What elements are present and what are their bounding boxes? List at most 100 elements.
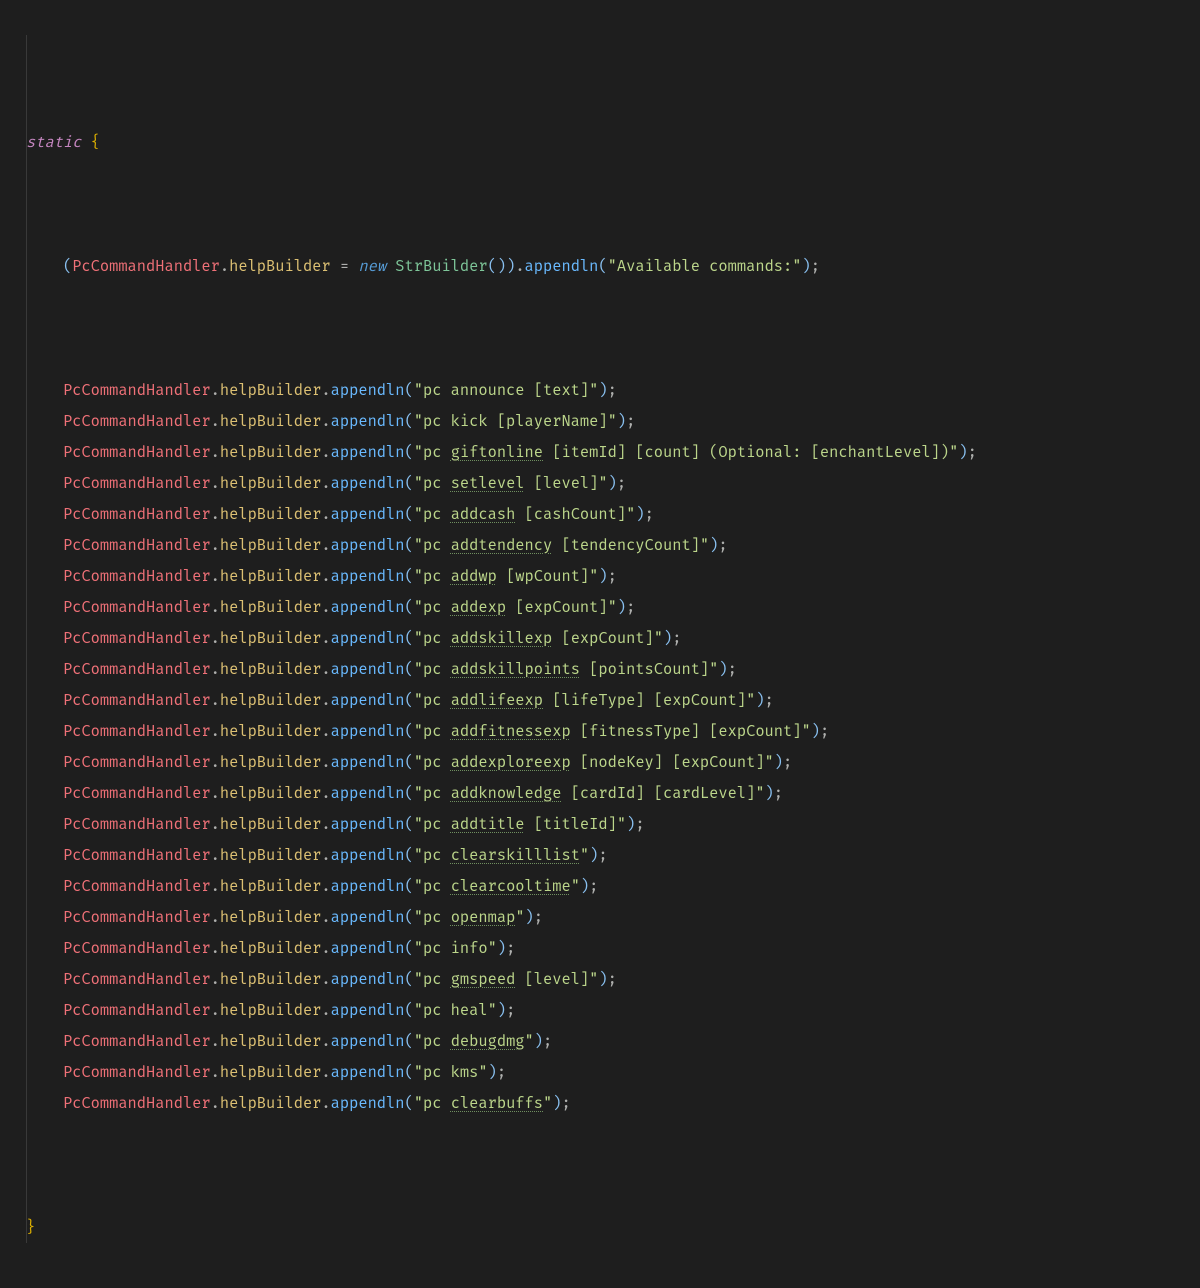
dot: . xyxy=(321,505,330,524)
paren-open: ( xyxy=(405,722,414,741)
dot: . xyxy=(321,691,330,710)
paren-close: ) xyxy=(617,412,626,431)
string-typo: addcash xyxy=(451,505,516,524)
paren-close: ) xyxy=(608,474,617,493)
semicolon: ; xyxy=(497,1063,506,1082)
string-pre: "pc xyxy=(414,474,451,493)
indent xyxy=(26,970,63,989)
paren-close: ) xyxy=(488,1063,497,1082)
string-typo: addexp xyxy=(451,598,506,617)
semicolon: ; xyxy=(561,1094,570,1113)
string-pre: "pc xyxy=(414,815,451,834)
string-typo: addtendency xyxy=(451,536,553,555)
string-pre: "pc xyxy=(414,722,451,741)
function-call: appendln xyxy=(331,598,405,617)
indent xyxy=(26,753,63,772)
string-typo: openmap xyxy=(451,908,516,927)
class-name: PcCommandHandler xyxy=(63,1001,211,1020)
string-typo: clearskilllist xyxy=(451,846,580,865)
class-name: PcCommandHandler xyxy=(63,753,211,772)
string-post: [cardId] [cardLevel]" xyxy=(561,784,764,803)
dot: . xyxy=(321,474,330,493)
dot: . xyxy=(211,381,220,400)
dot: . xyxy=(321,536,330,555)
string-pre: "pc xyxy=(414,598,451,617)
string-literal: "pc kms" xyxy=(414,1063,488,1082)
dot: . xyxy=(321,1063,330,1082)
semicolon: ; xyxy=(820,722,829,741)
string-pre: "pc xyxy=(414,660,451,679)
paren-close: ) xyxy=(497,1001,506,1020)
indent xyxy=(26,412,63,431)
property: helpBuilder xyxy=(220,722,322,741)
dot: . xyxy=(321,567,330,586)
string-typo: addfitnessexp xyxy=(451,722,571,741)
function-call: appendln xyxy=(331,815,405,834)
property: helpBuilder xyxy=(220,908,322,927)
property: helpBuilder xyxy=(220,1032,322,1051)
function-call: appendln xyxy=(331,691,405,710)
paren-open: ( xyxy=(405,970,414,989)
code-line: PcCommandHandler.helpBuilder.appendln("p… xyxy=(26,902,1200,933)
paren-open: ( xyxy=(405,443,414,462)
paren-close: ) xyxy=(958,443,967,462)
property: helpBuilder xyxy=(220,877,322,896)
dot: . xyxy=(321,412,330,431)
indent xyxy=(26,660,63,679)
class-name: PcCommandHandler xyxy=(63,1094,211,1113)
string-literal: "pc kick [playerName]" xyxy=(414,412,617,431)
property: helpBuilder xyxy=(220,1094,322,1113)
paren-close: ) xyxy=(525,908,534,927)
dot: . xyxy=(321,753,330,772)
string-typo: giftonline xyxy=(451,443,543,462)
string-post: [level]" xyxy=(515,970,598,989)
semicolon: ; xyxy=(506,1001,515,1020)
indent-guide xyxy=(26,35,27,1243)
property: helpBuilder xyxy=(220,691,322,710)
string-pre: "pc xyxy=(414,567,451,586)
property: helpBuilder xyxy=(220,536,322,555)
dot: . xyxy=(321,815,330,834)
semicolon: ; xyxy=(608,970,617,989)
property: helpBuilder xyxy=(220,567,322,586)
class-name: PcCommandHandler xyxy=(63,474,211,493)
string-pre: "pc xyxy=(414,877,451,896)
function-call: appendln xyxy=(331,629,405,648)
dot: . xyxy=(211,474,220,493)
paren-open: ( xyxy=(405,815,414,834)
function-call: appendln xyxy=(331,846,405,865)
code-line: PcCommandHandler.helpBuilder.appendln("p… xyxy=(26,933,1200,964)
function-call: appendln xyxy=(331,753,405,772)
indent xyxy=(26,1001,63,1020)
dot: . xyxy=(321,1094,330,1113)
indent xyxy=(26,474,63,493)
code-line: PcCommandHandler.helpBuilder.appendln("p… xyxy=(26,995,1200,1026)
string-typo: debugdmg xyxy=(451,1032,525,1051)
paren-close: ) xyxy=(497,939,506,958)
string-post: [fitnessType] [expCount]" xyxy=(571,722,811,741)
function-call: appendln xyxy=(331,1094,405,1113)
class-name: PcCommandHandler xyxy=(63,412,211,431)
string-post: " xyxy=(525,1032,534,1051)
string-post: " xyxy=(515,908,524,927)
paren-close: ) xyxy=(765,784,774,803)
indent xyxy=(26,536,63,555)
string-typo: addexploreexp xyxy=(451,753,571,772)
class-name: PcCommandHandler xyxy=(63,381,211,400)
class-name: PcCommandHandler xyxy=(63,815,211,834)
dot: . xyxy=(211,877,220,896)
string-literal: "Available commands:" xyxy=(608,257,802,276)
string-post: [expCount]" xyxy=(552,629,663,648)
dot: . xyxy=(321,846,330,865)
semicolon: ; xyxy=(534,908,543,927)
string-typo: addwp xyxy=(451,567,497,586)
paren-open: ( xyxy=(405,691,414,710)
dot: . xyxy=(211,815,220,834)
class-name: PcCommandHandler xyxy=(63,536,211,555)
semicolon: ; xyxy=(506,939,515,958)
code-editor[interactable]: static { (PcCommandHandler.helpBuilder =… xyxy=(0,0,1200,1288)
class-name: PcCommandHandler xyxy=(63,908,211,927)
string-post: [expCount]" xyxy=(506,598,617,617)
dot: . xyxy=(220,257,229,276)
semicolon: ; xyxy=(617,474,626,493)
